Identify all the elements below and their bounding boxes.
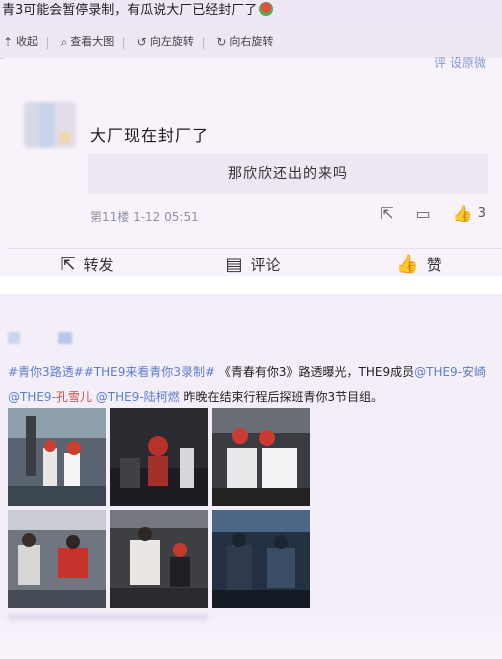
toolbar-separator: [123, 37, 125, 49]
collapse-icon: ⇡: [3, 35, 14, 49]
like-count: 3: [477, 206, 486, 221]
thumbs-up-icon: 👍: [452, 204, 473, 223]
avatar[interactable]: [24, 102, 76, 148]
comment-icon: ▤: [225, 254, 243, 275]
divider: [8, 248, 502, 249]
post-body-2: 昨晚在结束行程后探班青你3节目组。: [183, 390, 384, 404]
photo-thumbnail[interactable]: [212, 408, 310, 506]
rotate-left-icon: ↺: [136, 35, 147, 49]
comment-label: 评论: [250, 256, 281, 274]
view-large-button[interactable]: ⌕ 查看大图: [61, 26, 115, 58]
bottom-screenshot-panel: #青你3路透##THE9来看青你3录制# 《青春有你3》路透曝光，THE9成员@…: [0, 294, 502, 659]
post-text: #青你3路透##THE9来看青你3录制# 《青春有你3》路透曝光，THE9成员@…: [8, 360, 496, 410]
photo-thumbnail[interactable]: [8, 510, 106, 608]
repost-label: 转发: [83, 256, 114, 274]
mention-link[interactable]: @THE9-陆柯燃: [96, 390, 180, 404]
photo-thumbnail[interactable]: [110, 408, 208, 506]
panel-gap: [0, 276, 502, 294]
title-text: 青3可能会暂停录制，有瓜说大厂已经封厂了: [2, 3, 258, 18]
mention-link[interactable]: @THE9-安崎: [414, 365, 486, 379]
hashtag[interactable]: #青你3路透#: [8, 365, 84, 379]
toolbar-separator: [47, 37, 49, 49]
comment-card: 评 设原微 大厂现在封厂了 那欣欣还出的来吗 第11楼 1-12 05:51 ⇱…: [4, 56, 502, 276]
collapse-label: 收起: [16, 35, 39, 48]
collapse-button[interactable]: ⇡ 收起: [3, 26, 38, 58]
cutoff-link[interactable]: 评 设原微: [434, 54, 486, 71]
rotate-left-label: 向左旋转: [149, 35, 194, 48]
rotate-right-button[interactable]: ↻ 向右旋转: [216, 26, 273, 58]
comment-button[interactable]: ▤ 评论: [170, 254, 336, 275]
repost-button[interactable]: ⇱ 转发: [4, 254, 170, 275]
photo-thumbnail[interactable]: [8, 408, 106, 506]
like-label: 赞: [426, 256, 442, 274]
blurred-footer: [8, 614, 208, 620]
photo-thumbnail[interactable]: [212, 510, 310, 608]
toolbar-separator: [202, 37, 204, 49]
comment-text: 大厂现在封厂了: [90, 126, 210, 145]
thumbs-up-icon: 👍: [396, 254, 419, 275]
post-action-bar: ⇱ 转发 ▤ 评论 👍 赞: [4, 254, 502, 275]
hashtag[interactable]: #THE9来看青你3录制#: [84, 365, 215, 379]
like-post-button[interactable]: 👍 赞: [336, 254, 502, 275]
rotate-right-label: 向右旋转: [229, 35, 274, 48]
search-icon: ⌕: [60, 35, 68, 49]
comment-actions: ⇱ ▭ 👍 3: [380, 204, 486, 223]
rotate-right-icon: ↻: [216, 35, 227, 49]
reply-quote: 那欣欣还出的来吗: [88, 154, 488, 194]
mention-prefix: @THE9-: [8, 390, 56, 404]
post-body: 《青春有你3》路透曝光，THE9成员: [218, 365, 415, 379]
rotate-left-button[interactable]: ↺ 向左旋转: [137, 26, 194, 58]
mention-name: 孔雪儿: [55, 390, 92, 404]
window-title: 青3可能会暂停录制，有瓜说大厂已经封厂了: [0, 0, 502, 26]
like-button[interactable]: 👍 3: [453, 204, 486, 223]
photo-thumbnail[interactable]: [110, 510, 208, 608]
watermelon-icon: [259, 2, 274, 16]
comment-meta: 第11楼 1-12 05:51: [90, 210, 199, 224]
avatar[interactable]: [8, 332, 20, 344]
top-screenshot-panel: 青3可能会暂停录制，有瓜说大厂已经封厂了 ⇡ 收起 ⌕ 查看大图 ↺ 向左旋转 ↻ 向右…: [0, 0, 502, 276]
share-icon[interactable]: ⇱: [380, 204, 393, 223]
repost-icon: ⇱: [60, 254, 76, 275]
username-blur: [58, 332, 72, 344]
view-large-label: 查看大图: [70, 35, 115, 48]
image-toolbar: ⇡ 收起 ⌕ 查看大图 ↺ 向左旋转 ↻ 向右旋转: [0, 26, 502, 59]
photo-grid: [8, 408, 310, 608]
reply-icon[interactable]: ▭: [416, 204, 431, 223]
mention-link[interactable]: @THE9-孔雪儿: [8, 390, 92, 404]
